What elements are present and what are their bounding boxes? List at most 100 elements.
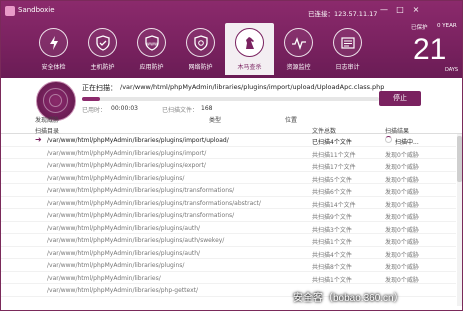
tool-log-audit[interactable]: 日志审计	[323, 23, 372, 75]
table-row[interactable]: /var/www/html/phpMyAdmin/libraries/plugi…	[1, 172, 456, 184]
row-result: 扫描中...	[395, 139, 419, 146]
row-result: 发现0个威胁	[385, 189, 419, 196]
table-row[interactable]: /var/www/html/phpMyAdmin/libraries/plugi…	[1, 147, 456, 159]
row-directory: /var/www/html/phpMyAdmin/libraries/plugi…	[47, 224, 201, 232]
table-row[interactable]: /var/www/html/phpMyAdmin/libraries/plugi…	[1, 259, 456, 272]
elapsed-value: 00:00:03	[111, 105, 138, 112]
row-file-count: 已扫描4个文件	[312, 139, 352, 146]
protected-years: 0 YEAR	[437, 23, 457, 29]
row-file-count: 共扫描11个文件	[312, 151, 356, 159]
row-result: 发现0个威胁	[385, 239, 419, 246]
row-directory: /var/www/html/phpMyAdmin/libraries/plugi…	[47, 237, 225, 244]
scanning-path: /var/www/html/phpMyAdmin/libraries/plugi…	[120, 83, 385, 91]
close-button[interactable]: ×	[411, 5, 421, 15]
table-scrollbar[interactable]	[457, 134, 462, 306]
row-directory: /var/www/html/phpMyAdmin/libraries/plugi…	[47, 162, 206, 169]
scrollbar-thumb[interactable]	[457, 136, 462, 182]
row-result: 发现0个威胁	[385, 251, 419, 259]
table-row[interactable]: /var/www/html/phpMyAdmin/libraries/plugi…	[1, 234, 456, 247]
row-result: 发现0个威胁	[385, 276, 419, 284]
row-directory: /var/www/html/phpMyAdmin/libraries/plugi…	[47, 149, 207, 157]
row-file-count: 共扫描5个文件	[312, 176, 352, 184]
tool-trojan-scan[interactable]: 木马查杀	[225, 23, 274, 75]
log-icon	[333, 28, 362, 57]
row-directory: /var/www/html/phpMyAdmin/libraries/plugi…	[47, 137, 229, 144]
row-file-count: 共扫描8个文件	[312, 264, 352, 271]
tool-network-protect[interactable]: 网络防护	[176, 23, 225, 75]
watermark: 安全客（bobao.360.cn）	[293, 293, 404, 304]
tool-label: 网络防护	[188, 64, 213, 71]
scanned-files-value: 168	[201, 105, 213, 112]
row-file-count: 共扫描1个文件	[312, 239, 352, 246]
row-file-count: 共扫描14个文件	[312, 201, 356, 209]
header: Sandboxie 已连接：123.57.11.17 — □ × 安全体检 主机…	[1, 1, 462, 78]
tool-safety-check[interactable]: 安全体检	[29, 23, 78, 75]
table-row[interactable]: /var/www/html/phpMyAdmin/libraries/plugi…	[1, 247, 456, 259]
row-result: 发现0个威胁	[385, 214, 419, 221]
tool-label: 应用防护	[139, 64, 164, 71]
tool-app-protect[interactable]: www 应用防护	[127, 23, 176, 75]
row-directory: /var/www/html/phpMyAdmin/libraries/plugi…	[47, 199, 261, 207]
stop-button[interactable]: 停止	[379, 91, 421, 106]
horse-icon	[235, 28, 264, 57]
tool-label: 安全体检	[41, 64, 66, 71]
web-shield-icon: www	[137, 28, 166, 57]
threat-location-column[interactable]: 位置	[285, 115, 297, 124]
row-directory: /var/www/html/phpMyAdmin/libraries/plugi…	[47, 212, 235, 219]
scan-table-body: ➜ /var/www/html/phpMyAdmin/libraries/plug…	[1, 134, 456, 297]
app-window: Sandboxie 已连接：123.57.11.17 — □ × 安全体检 主机…	[0, 0, 463, 311]
row-file-count: 共扫描6个文件	[312, 189, 352, 196]
table-row[interactable]: /var/www/html/phpMyAdmin/libraries/plugi…	[1, 222, 456, 234]
scan-progress-fill	[82, 97, 100, 101]
tool-label: 木马查杀	[237, 64, 262, 71]
threat-type-column[interactable]: 类型	[209, 115, 221, 124]
tool-label: 日志审计	[335, 64, 360, 71]
row-result: 发现0个威胁	[385, 151, 419, 159]
scanning-label: 正在扫描：	[82, 84, 117, 92]
svg-text:www: www	[145, 41, 157, 47]
current-row-arrow-icon: ➜	[35, 135, 42, 144]
network-shield-icon	[186, 28, 215, 57]
row-directory: /var/www/html/phpMyAdmin/libraries/plugi…	[47, 187, 235, 194]
tool-host-protect[interactable]: 主机防护	[78, 23, 127, 75]
main-toolbar: 安全体检 主机防护 www 应用防护 网络防护 木马查杀 资源监控 日志审计	[29, 23, 372, 75]
tool-label: 主机防护	[90, 64, 115, 71]
row-result: 发现0个威胁	[385, 226, 419, 234]
table-row[interactable]: /var/www/html/phpMyAdmin/libraries/plugi…	[1, 184, 456, 197]
protected-days-box: 已保护 0 YEAR 21 DAYS	[411, 23, 461, 76]
threats-found-label: 发现威胁	[35, 117, 60, 124]
scanned-files-label: 已扫描文件：	[162, 107, 199, 114]
table-row[interactable]: /var/www/html/phpMyAdmin/libraries/plugi…	[1, 209, 456, 222]
lightning-icon	[39, 28, 68, 57]
elapsed-label: 已用时：	[82, 107, 107, 114]
shield-icon	[88, 28, 117, 57]
protected-days-unit: DAYS	[445, 67, 459, 73]
titlebar: Sandboxie 已连接：123.57.11.17 — □ ×	[1, 1, 462, 21]
row-file-count: 共扫描9个文件	[312, 214, 352, 221]
tool-label: 资源监控	[286, 64, 311, 71]
row-directory: /var/www/html/phpMyAdmin/libraries/plugi…	[47, 174, 185, 182]
row-directory: /var/www/html/phpMyAdmin/libraries/plugi…	[47, 249, 201, 257]
table-row[interactable]: /var/www/html/phpMyAdmin/libraries/plugi…	[1, 159, 456, 172]
loading-spinner-icon	[385, 136, 392, 143]
pulse-icon	[284, 28, 313, 57]
table-row[interactable]: /var/www/html/phpMyAdmin/libraries/共扫描1个…	[1, 272, 456, 284]
row-result: 发现0个威胁	[385, 201, 419, 209]
row-result: 发现0个威胁	[385, 264, 419, 271]
app-title: Sandboxie	[18, 6, 55, 14]
connection-status: 已连接：123.57.11.17	[308, 10, 378, 18]
row-directory: /var/www/html/phpMyAdmin/libraries/php-g…	[47, 287, 199, 294]
tool-resource-monitor[interactable]: 资源监控	[274, 23, 323, 75]
row-result: 发现0个威胁	[385, 164, 419, 171]
table-row[interactable]: ➜ /var/www/html/phpMyAdmin/libraries/plug…	[1, 134, 456, 147]
table-row[interactable]: /var/www/html/phpMyAdmin/libraries/plugi…	[1, 197, 456, 209]
maximize-button[interactable]: □	[395, 5, 405, 15]
minimize-button[interactable]: —	[379, 5, 389, 15]
row-directory: /var/www/html/phpMyAdmin/libraries/	[47, 274, 161, 282]
scan-progress-bar	[82, 97, 379, 101]
row-file-count: 共扫描3个文件	[312, 226, 352, 234]
protected-days-count: 21	[413, 33, 447, 66]
row-directory: /var/www/html/phpMyAdmin/libraries/plugi…	[47, 262, 185, 269]
row-file-count: 共扫描4个文件	[312, 251, 352, 259]
protected-label: 已保护	[411, 25, 428, 31]
